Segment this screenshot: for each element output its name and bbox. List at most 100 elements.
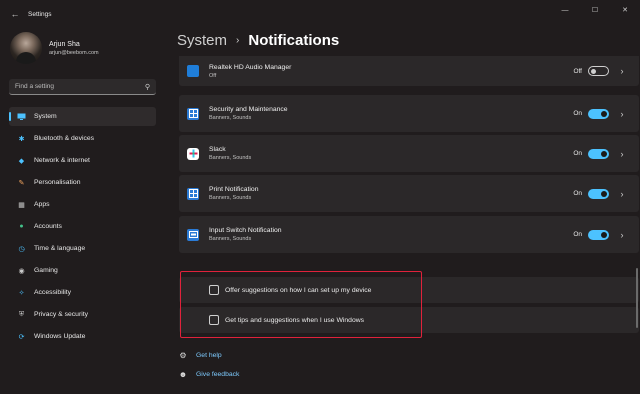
realtek-icon [187, 65, 199, 77]
checkbox-label: Offer suggestions on how I can set up my… [225, 286, 372, 294]
sidebar-item-label: Accounts [34, 223, 62, 230]
page-title: Notifications [248, 32, 340, 49]
main-content: System › Notifications Realtek HD Audio … [168, 28, 640, 394]
toggle-state-label: On [573, 110, 582, 117]
checkbox[interactable] [209, 315, 219, 325]
sidebar-item-label: Accessibility [34, 289, 72, 296]
sidebar-item-label: Bluetooth & devices [34, 135, 95, 142]
notification-toggle[interactable] [588, 188, 609, 199]
sidebar-item-system[interactable]: System [9, 107, 156, 126]
app-name: Input Switch Notification [209, 227, 282, 234]
checkbox[interactable] [209, 285, 219, 295]
app-name: Realtek HD Audio Manager [209, 63, 292, 71]
chevron-right-icon[interactable]: › [617, 109, 627, 119]
app-name: Slack [209, 146, 226, 153]
sidebar-item-label: Network & internet [34, 157, 90, 164]
security-maintenance-icon [187, 107, 199, 120]
app-name: Print Notification [209, 186, 259, 193]
sidebar-item-label: Gaming [34, 267, 58, 274]
sidebar-item-label: Time & language [34, 245, 86, 252]
app-name: Security and Maintenance [209, 106, 288, 113]
back-arrow-icon[interactable]: ← [8, 7, 22, 21]
chevron-right-icon[interactable]: › [617, 149, 627, 159]
sidebar-item-windows-update[interactable]: ⟳ Windows Update [9, 327, 156, 346]
toggle-state-label: On [573, 190, 582, 197]
feedback-icon: ☻ [178, 369, 188, 379]
sidebar-item-network[interactable]: ◆ Network & internet [9, 151, 156, 170]
brush-icon: ✎ [18, 179, 25, 187]
app-row-realtek[interactable]: Realtek HD Audio Manager Off Off › [179, 56, 639, 86]
avatar [10, 32, 42, 64]
profile[interactable]: Arjun Sha arjun@beebom.com [10, 32, 99, 64]
give-feedback-link[interactable]: ☻ Give feedback [178, 369, 240, 379]
apps-icon: ▦ [18, 201, 25, 209]
account-icon: ● [19, 223, 24, 230]
slack-icon [187, 147, 199, 160]
scrollbar[interactable] [636, 268, 638, 328]
profile-name: Arjun Sha [49, 40, 80, 48]
get-help-link[interactable]: ⚙ Get help [178, 350, 222, 360]
notification-toggle[interactable] [588, 148, 609, 159]
update-icon: ⟳ [18, 333, 25, 341]
wifi-icon: ◆ [18, 157, 25, 165]
checkbox-label: Get tips and suggestions when I use Wind… [225, 316, 365, 324]
sidebar-item-label: Privacy & security [34, 311, 89, 318]
sidebar-item-privacy-security[interactable]: ⛨ Privacy & security [9, 305, 156, 324]
app-status: Off [209, 72, 217, 79]
notification-toggle[interactable] [588, 229, 609, 240]
sidebar: Arjun Sha arjun@beebom.com ⚲ System ✱ Bl… [0, 28, 164, 394]
search-box[interactable]: ⚲ [9, 79, 156, 95]
chevron-right-icon[interactable]: › [617, 230, 627, 240]
link-label[interactable]: Give feedback [196, 371, 239, 378]
minimize-icon[interactable]: — [550, 0, 580, 20]
app-status: Banners, Sounds [209, 115, 252, 121]
sidebar-item-personalisation[interactable]: ✎ Personalisation [9, 173, 156, 192]
toggle-state-label: On [573, 231, 582, 238]
toggle-state-label: On [573, 150, 582, 157]
notification-toggle[interactable] [588, 108, 609, 119]
sidebar-item-label: Windows Update [34, 333, 86, 340]
link-label[interactable]: Get help [196, 352, 222, 359]
app-status: Banners, Sounds [209, 155, 252, 161]
gamepad-icon: ◉ [18, 267, 25, 275]
check-row-setup-suggestions[interactable]: Offer suggestions on how I can set up my… [179, 277, 639, 303]
help-icon: ⚙ [179, 350, 187, 360]
sidebar-item-apps[interactable]: ▦ Apps [9, 195, 156, 214]
app-row-security-maintenance[interactable]: Security and Maintenance Banners, Sounds… [179, 95, 639, 132]
app-status: Banners, Sounds [209, 236, 252, 242]
check-row-tips[interactable]: Get tips and suggestions when I use Wind… [179, 307, 639, 333]
globe-clock-icon: ◷ [18, 245, 25, 253]
sidebar-item-label: Apps [34, 201, 50, 208]
app-row-print-notification[interactable]: Print Notification Banners, Sounds On › [179, 175, 639, 212]
input-switch-icon [187, 228, 199, 241]
maximize-icon[interactable]: ☐ [580, 0, 610, 20]
sidebar-item-bluetooth[interactable]: ✱ Bluetooth & devices [9, 129, 156, 148]
window-controls: — ☐ ✕ [550, 0, 640, 20]
sidebar-item-label: System [34, 113, 57, 120]
search-icon[interactable]: ⚲ [145, 83, 150, 91]
sidebar-item-accounts[interactable]: ● Accounts [9, 217, 156, 236]
chevron-right-icon[interactable]: › [617, 189, 627, 199]
app-title: Settings [28, 10, 52, 18]
app-status: Banners, Sounds [209, 195, 252, 201]
app-row-input-switch[interactable]: Input Switch Notification Banners, Sound… [179, 216, 639, 253]
accessibility-icon: ✧ [18, 289, 25, 297]
breadcrumb-separator: › [236, 35, 240, 46]
sidebar-item-accessibility[interactable]: ✧ Accessibility [9, 283, 156, 302]
shield-icon: ⛨ [18, 310, 25, 318]
breadcrumb: System › Notifications [177, 32, 339, 49]
system-icon [17, 112, 26, 121]
app-row-slack[interactable]: Slack Banners, Sounds On › [179, 135, 639, 172]
breadcrumb-parent[interactable]: System [177, 32, 227, 49]
title-bar: ← Settings — ☐ ✕ [0, 0, 640, 28]
sidebar-item-time-language[interactable]: ◷ Time & language [9, 239, 156, 258]
search-input[interactable] [15, 83, 145, 90]
notification-toggle[interactable] [588, 66, 609, 76]
sidebar-item-gaming[interactable]: ◉ Gaming [9, 261, 156, 280]
chevron-right-icon[interactable]: › [617, 66, 627, 76]
sidebar-item-label: Personalisation [34, 179, 81, 186]
bluetooth-icon: ✱ [18, 135, 25, 143]
print-notification-icon [187, 187, 199, 200]
close-icon[interactable]: ✕ [610, 0, 640, 20]
toggle-state-label: Off [573, 67, 582, 75]
